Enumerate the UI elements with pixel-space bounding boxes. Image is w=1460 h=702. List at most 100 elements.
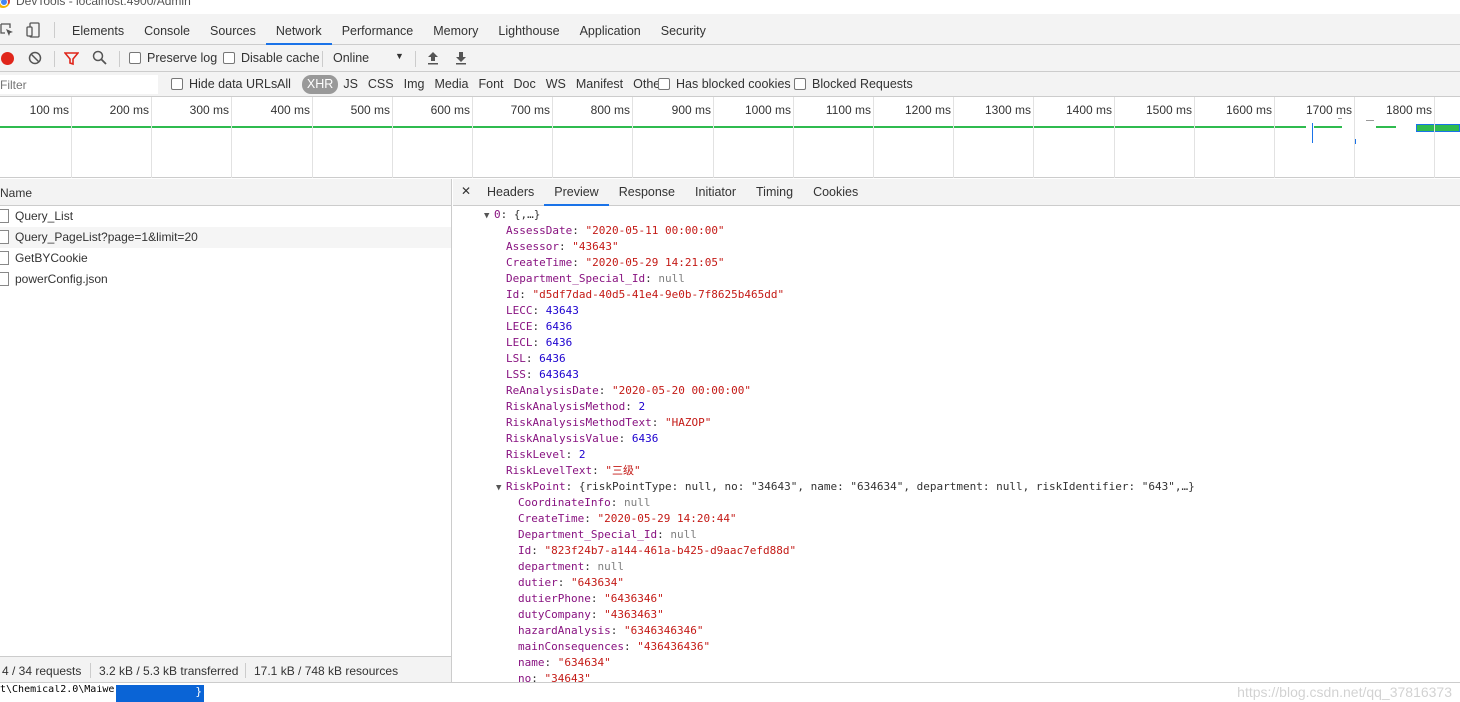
preserve-log-checkbox[interactable] bbox=[129, 52, 141, 64]
json-root-node[interactable]: ▼ 0: {,…} bbox=[484, 207, 540, 223]
json-property[interactable]: dutierPhone: "6436346" bbox=[518, 591, 664, 607]
tab-performance[interactable]: Performance bbox=[332, 14, 424, 45]
json-property[interactable]: RiskLevel: 2 bbox=[506, 447, 585, 463]
json-property[interactable]: Department_Special_Id: null bbox=[506, 271, 685, 287]
json-property[interactable]: mainConsequences: "436436436" bbox=[518, 639, 710, 655]
json-property[interactable]: LECC: 43643 bbox=[506, 303, 579, 319]
json-property[interactable]: CreateTime: "2020-05-29 14:20:44" bbox=[518, 511, 737, 527]
expand-triangle-icon[interactable]: ▼ bbox=[484, 208, 494, 224]
throttling-select[interactable]: Online bbox=[333, 51, 369, 65]
clear-icon[interactable] bbox=[28, 51, 42, 65]
blocked-requests-checkbox[interactable] bbox=[794, 78, 806, 90]
tab-memory[interactable]: Memory bbox=[423, 14, 488, 45]
json-property[interactable]: dutyCompany: "4363463" bbox=[518, 607, 664, 623]
type-filter-img[interactable]: Img bbox=[399, 75, 430, 94]
json-property[interactable]: AssessDate: "2020-05-11 00:00:00" bbox=[506, 223, 725, 239]
json-property[interactable]: CreateTime: "2020-05-29 14:21:05" bbox=[506, 255, 725, 271]
json-key: Department_Special_Id bbox=[518, 528, 658, 541]
request-row[interactable]: GetBYCookie bbox=[0, 248, 451, 269]
json-property[interactable]: LECE: 6436 bbox=[506, 319, 572, 335]
filter-bar: Hide data URLs All XHR JS CSS Img Media … bbox=[0, 72, 1460, 97]
json-key: Department_Special_Id bbox=[506, 272, 646, 285]
json-property[interactable]: LSS: 643643 bbox=[506, 367, 579, 383]
export-har-icon[interactable] bbox=[455, 51, 467, 65]
json-key: LECE bbox=[506, 320, 533, 333]
divider bbox=[119, 51, 120, 67]
type-filter-media[interactable]: Media bbox=[429, 75, 473, 94]
timeline-gridline bbox=[793, 97, 794, 178]
type-filter-css[interactable]: CSS bbox=[363, 75, 399, 94]
network-overview-timeline[interactable]: 100 ms 200 ms 300 ms 400 ms 500 ms 600 ms 700 … bbox=[0, 97, 1460, 178]
inspect-element-icon[interactable] bbox=[0, 23, 14, 37]
tab-elements[interactable]: Elements bbox=[62, 14, 134, 45]
tab-network[interactable]: Network bbox=[265, 14, 332, 45]
json-property[interactable]: LSL: 6436 bbox=[506, 351, 566, 367]
json-property[interactable]: department: null bbox=[518, 559, 624, 575]
json-property[interactable]: CoordinateInfo: null bbox=[518, 495, 650, 511]
json-property[interactable]: dutier: "643634" bbox=[518, 575, 624, 591]
json-property[interactable]: hazardAnalysis: "6346346346" bbox=[518, 623, 703, 639]
tab-security[interactable]: Security bbox=[651, 14, 716, 45]
type-filter-font[interactable]: Font bbox=[474, 75, 509, 94]
json-property[interactable]: RiskAnalysisValue: 6436 bbox=[506, 431, 658, 447]
tab-sources[interactable]: Sources bbox=[200, 14, 266, 45]
json-property[interactable]: no: "34643" bbox=[518, 671, 591, 682]
tab-cookies[interactable]: Cookies bbox=[803, 179, 868, 206]
tab-console[interactable]: Console bbox=[134, 14, 200, 45]
divider bbox=[322, 51, 323, 67]
json-key: no bbox=[518, 672, 532, 682]
json-property[interactable]: Id: "823f24b7-a144-461a-b425-d9aac7efd88… bbox=[518, 543, 796, 559]
disable-cache-checkbox[interactable] bbox=[223, 52, 235, 64]
type-filter-manifest[interactable]: Manifest bbox=[571, 75, 628, 94]
json-key: LSS bbox=[506, 368, 526, 381]
json-property[interactable]: Department_Special_Id: null bbox=[518, 527, 697, 543]
device-toolbar-icon[interactable] bbox=[26, 22, 42, 38]
json-preview[interactable]: ▼ 0: {,…} ▼ RiskPoint: {riskPointType: nul… bbox=[453, 207, 1460, 682]
json-nested-node[interactable]: ▼ RiskPoint: {riskPointType: null, no: "3… bbox=[496, 479, 1195, 495]
request-row[interactable]: Query_PageList?page=1&limit=20 bbox=[0, 227, 451, 248]
close-icon[interactable]: ✕ bbox=[461, 184, 471, 198]
hide-data-urls-checkbox[interactable] bbox=[171, 78, 183, 90]
json-property[interactable]: RiskLevelText: "三级" bbox=[506, 463, 641, 479]
request-row[interactable]: Query_List bbox=[0, 206, 451, 227]
type-filter-all[interactable]: All bbox=[272, 75, 296, 94]
json-property[interactable]: Id: "d5df7dad-40d5-41e4-9e0b-7f8625b465d… bbox=[506, 287, 784, 303]
json-property[interactable]: name: "634634" bbox=[518, 655, 611, 671]
name-column-header[interactable]: Name bbox=[0, 179, 451, 206]
timeline-gridline bbox=[873, 97, 874, 178]
type-filter-ws[interactable]: WS bbox=[541, 75, 571, 94]
window-title: DevTools - localhost:4900/Admin bbox=[16, 0, 191, 8]
type-filter-xhr[interactable]: XHR bbox=[301, 75, 339, 94]
divider bbox=[54, 51, 55, 67]
json-property[interactable]: ReAnalysisDate: "2020-05-20 00:00:00" bbox=[506, 383, 751, 399]
json-value: "d5df7dad-40d5-41e4-9e0b-7f8625b465dd" bbox=[532, 288, 785, 301]
filter-input[interactable] bbox=[0, 75, 158, 94]
tab-application[interactable]: Application bbox=[570, 14, 651, 45]
json-value: "6436346" bbox=[604, 592, 664, 605]
chevron-down-icon[interactable]: ▼ bbox=[395, 51, 404, 61]
timeline-tick-label: 1800 ms bbox=[1385, 103, 1432, 117]
type-filter-js[interactable]: JS bbox=[338, 75, 363, 94]
waterfall-segment bbox=[1376, 126, 1396, 128]
record-icon[interactable] bbox=[1, 52, 14, 65]
waterfall-marker bbox=[1312, 123, 1313, 143]
tab-lighthouse[interactable]: Lighthouse bbox=[488, 14, 569, 45]
tab-headers[interactable]: Headers bbox=[477, 179, 544, 206]
tab-timing[interactable]: Timing bbox=[746, 179, 803, 206]
expand-triangle-icon[interactable]: ▼ bbox=[496, 480, 506, 496]
tab-response[interactable]: Response bbox=[609, 179, 685, 206]
request-name: Query_PageList?page=1&limit=20 bbox=[15, 230, 198, 244]
json-property[interactable]: RiskAnalysisMethod: 2 bbox=[506, 399, 645, 415]
has-blocked-cookies-checkbox[interactable] bbox=[658, 78, 670, 90]
json-property[interactable]: LECL: 6436 bbox=[506, 335, 572, 351]
import-har-icon[interactable] bbox=[427, 51, 439, 65]
tab-initiator[interactable]: Initiator bbox=[685, 179, 746, 206]
tab-preview[interactable]: Preview bbox=[544, 179, 609, 206]
type-filter-doc[interactable]: Doc bbox=[509, 75, 541, 94]
json-value: null bbox=[623, 496, 651, 509]
json-property[interactable]: Assessor: "43643" bbox=[506, 239, 619, 255]
filter-icon[interactable] bbox=[64, 51, 79, 66]
json-property[interactable]: RiskAnalysisMethodText: "HAZOP" bbox=[506, 415, 711, 431]
request-row[interactable]: powerConfig.json bbox=[0, 269, 451, 290]
search-icon[interactable] bbox=[92, 50, 107, 65]
